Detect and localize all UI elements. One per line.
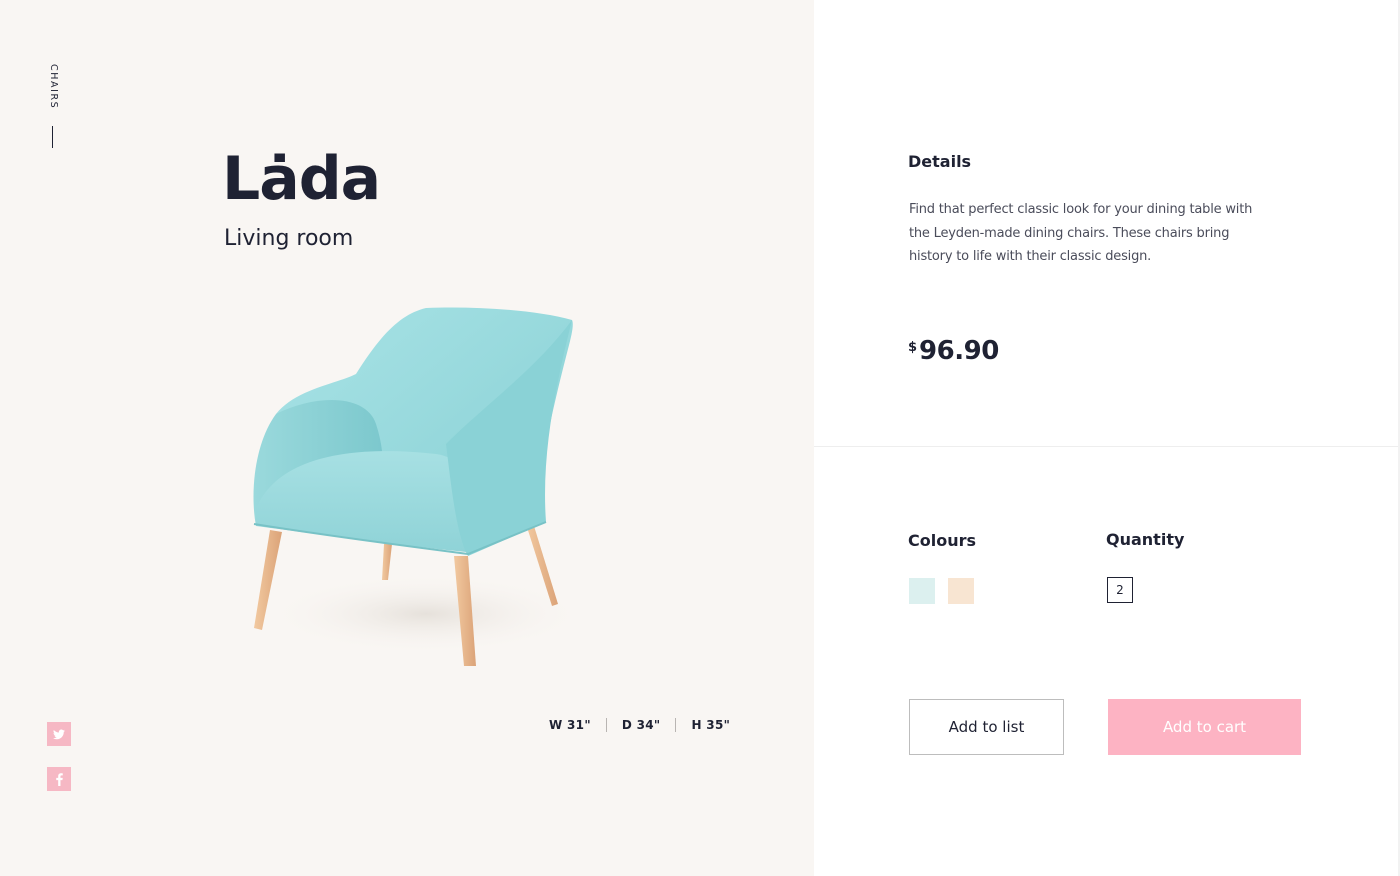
quantity-heading: Quantity	[1106, 530, 1185, 549]
quantity-input[interactable]	[1107, 577, 1133, 603]
twitter-icon	[53, 729, 65, 739]
facebook-icon	[55, 772, 63, 786]
product-showcase-panel: CHAIRS Lȧda Living room W 31" D 34" H 35…	[0, 0, 814, 876]
product-room: Living room	[224, 226, 354, 251]
section-divider	[814, 446, 1400, 447]
details-description: Find that perfect classic look for your …	[909, 202, 1253, 264]
price-amount: 96.90	[919, 336, 999, 366]
armchair-illustration	[253, 307, 586, 666]
price-currency: $	[908, 340, 918, 355]
product-info-panel: Details Find that perfect classic look f…	[814, 0, 1400, 876]
dimension-depth: D 34"	[621, 718, 661, 732]
dimension-height: H 35"	[691, 718, 731, 732]
add-to-list-button[interactable]: Add to list	[909, 699, 1064, 755]
product-page: CHAIRS Lȧda Living room W 31" D 34" H 35…	[0, 0, 1400, 876]
product-title: Lȧda	[222, 144, 381, 214]
colour-swatch-mint[interactable]	[909, 578, 935, 604]
add-to-cart-button[interactable]: Add to cart	[1108, 699, 1301, 755]
product-dimensions: W 31" D 34" H 35"	[549, 718, 745, 732]
colours-heading: Colours	[908, 531, 977, 550]
details-heading: Details	[908, 152, 972, 171]
facebook-link[interactable]	[47, 767, 71, 791]
category-label-vertical[interactable]: CHAIRS	[44, 64, 64, 109]
colour-swatch-peach[interactable]	[948, 578, 974, 604]
product-price: $ 96.90	[908, 336, 999, 366]
product-image	[236, 294, 586, 674]
dimension-width: W 31"	[549, 718, 591, 732]
twitter-link[interactable]	[47, 722, 71, 746]
category-label[interactable]: CHAIRS	[48, 64, 59, 109]
category-divider-line	[52, 126, 53, 148]
